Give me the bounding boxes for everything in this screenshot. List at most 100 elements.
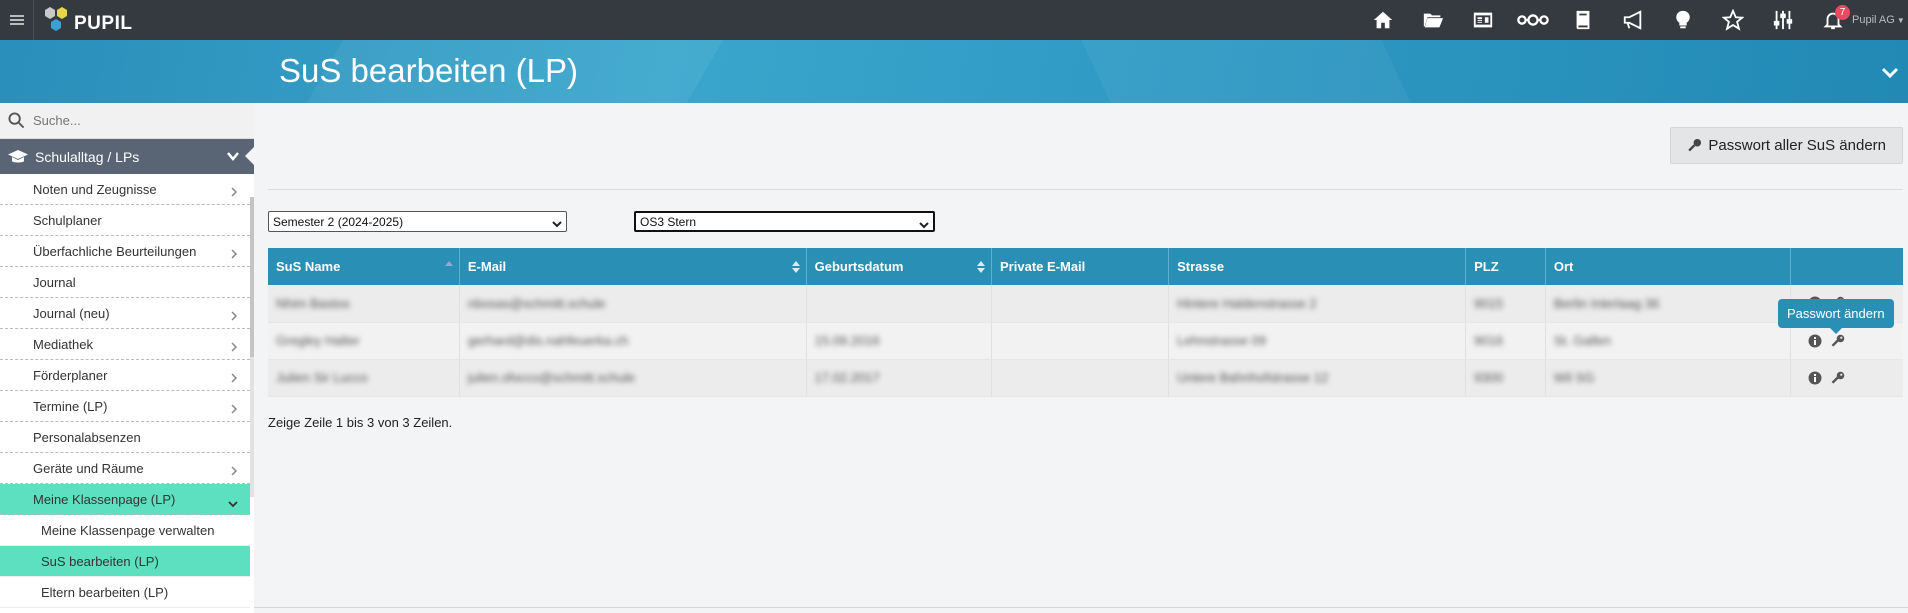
table-row: Gregley Halter gerhard@dis.nahfeuerka.ch 1… — [268, 322, 1903, 360]
column-header[interactable]: Geburtsdatum — [806, 248, 993, 285]
cell-value: Untere Bahnhofstrasse 12 — [1177, 370, 1329, 385]
sidebar-section-schulalltag[interactable]: Schulalltag / LPs — [0, 139, 254, 174]
cell-value: Berlin Interlaag 36 — [1553, 295, 1660, 311]
chevron-right-icon — [230, 185, 238, 197]
info-icon[interactable] — [1808, 371, 1822, 385]
column-header-label: Strasse — [1177, 259, 1225, 274]
lightbulb-icon[interactable] — [1658, 0, 1708, 40]
change-password-key-icon[interactable] — [1831, 334, 1845, 348]
sidebar-item[interactable]: Überfachliche Beurteilungen — [0, 236, 250, 267]
semester-select[interactable]: Semester 2 (2024-2025) — [268, 211, 567, 232]
sidebar-subitem-label: SuS bearbeiten (LP) — [41, 553, 159, 569]
sidebar-item-label: Schulplaner — [33, 212, 102, 228]
banner-collapse-chevron-icon[interactable] — [1880, 62, 1900, 82]
cell-value: Nhim Bastos — [276, 295, 350, 311]
home-icon[interactable] — [1358, 0, 1408, 40]
column-header: Strasse — [1168, 248, 1467, 285]
sidebar-item[interactable]: Journal — [0, 267, 250, 298]
bell-icon[interactable]: 7 — [1808, 0, 1858, 40]
chevron-down-icon — [228, 496, 238, 508]
sort-icon[interactable] — [444, 260, 453, 274]
folder-icon[interactable] — [1408, 0, 1458, 40]
sidebar-item[interactable]: Noten und Zeugnisse — [0, 174, 250, 205]
cell-value: 9016 — [1474, 333, 1504, 348]
sidebar-subitem[interactable]: Meine Klassenpage verwalten — [0, 515, 250, 546]
column-header-label: E-Mail — [467, 259, 507, 274]
cell-value: Julien Sir Lucco — [276, 370, 368, 385]
network-icon[interactable] — [1508, 0, 1558, 40]
table-cell: Lehnstrasse 09 — [1168, 322, 1467, 360]
cell-value: St. Gallen — [1553, 333, 1611, 348]
sidebar-subitem-label: Eltern bearbeiten (LP) — [41, 584, 169, 600]
sidebar-subitem-label: Meine Klassenpage verwalten — [41, 522, 215, 538]
sidebar-section-label: Schulalltag / LPs — [35, 148, 140, 165]
sidebar-item[interactable]: Förderplaner — [0, 360, 250, 391]
sidebar-item[interactable]: Schulplaner — [0, 205, 250, 236]
cell-value: 17.02.2017 — [814, 370, 880, 385]
id-card-icon[interactable] — [1458, 0, 1508, 40]
cell-value: julien.sfocco@schmitt.schule — [467, 370, 635, 385]
column-header-label: PLZ — [1474, 259, 1499, 274]
sidebar-item-label: Journal (neu) — [33, 305, 110, 321]
page-title: SuS bearbeiten (LP) — [279, 52, 579, 89]
change-password-key-icon[interactable] — [1831, 371, 1845, 385]
chevron-down-icon — [919, 218, 929, 229]
table-cell: Wil SG — [1545, 359, 1791, 397]
star-icon[interactable] — [1708, 0, 1758, 40]
table-cell: 15.09.2016 — [806, 322, 993, 360]
column-header[interactable]: E-Mail — [459, 248, 807, 285]
book-icon[interactable] — [1558, 0, 1608, 40]
table-cell — [991, 359, 1170, 397]
megaphone-icon[interactable] — [1608, 0, 1658, 40]
footer-bar — [254, 607, 1908, 613]
sidebar-item[interactable]: Personalabsenzen — [0, 422, 250, 453]
table-cell — [991, 322, 1170, 360]
semester-select-value: Semester 2 (2024-2025) — [273, 214, 404, 229]
sort-icon[interactable] — [791, 260, 800, 274]
key-icon — [1688, 138, 1702, 152]
change-password-tooltip: Passwort ändern — [1778, 299, 1894, 334]
graduation-cap-icon — [8, 149, 28, 165]
row-actions — [1799, 334, 1895, 348]
sort-icon[interactable] — [977, 260, 986, 274]
column-header[interactable]: SuS Name — [268, 248, 460, 285]
sidebar-menu: Noten und Zeugnisse Schulplaner Überfachli… — [0, 174, 254, 608]
sliders-icon[interactable] — [1758, 0, 1808, 40]
sidebar-subitem[interactable]: SuS bearbeiten (LP) — [0, 546, 250, 577]
logo-text: PUPIL — [74, 13, 133, 34]
column-header: Ort — [1545, 248, 1791, 285]
table-cell: Nhim Bastos — [268, 285, 460, 323]
sidebar: Schulalltag / LPs Noten und Zeugnisse Sch… — [0, 103, 254, 613]
change-all-passwords-button[interactable]: Passwort aller SuS ändern — [1670, 127, 1903, 164]
sidebar-item[interactable]: Geräte und Räume — [0, 453, 250, 484]
cell-value: gerhard@dis.nahfeuerka.ch — [467, 333, 629, 348]
hamburger-menu-icon[interactable] — [0, 0, 34, 40]
chevron-right-icon — [230, 371, 238, 383]
sidebar-item[interactable]: Journal (neu) — [0, 298, 250, 329]
sidebar-item-label: Noten und Zeugnisse — [33, 181, 157, 197]
table-cell: 9015 — [1465, 285, 1546, 323]
pupil-logo[interactable]: PUPIL — [44, 0, 132, 40]
sidebar-item-label: Überfachliche Beurteilungen — [33, 243, 197, 259]
class-select[interactable]: OS3 Stern — [634, 211, 935, 232]
table-cell: 17.02.2017 — [806, 359, 993, 397]
search-input[interactable] — [33, 113, 233, 128]
column-header-label: Geburtsdatum — [814, 259, 904, 274]
user-menu[interactable]: Pupil AG ▼ — [1852, 0, 1908, 40]
sidebar-subitem[interactable]: Eltern bearbeiten (LP) — [0, 577, 250, 608]
column-header: Private E-Mail — [991, 248, 1170, 285]
column-header: PLZ — [1465, 248, 1546, 285]
cell-value: 9015 — [1474, 295, 1504, 311]
info-icon[interactable] — [1808, 334, 1822, 348]
sidebar-item-meine-klassenpage[interactable]: Meine Klassenpage (LP) — [0, 484, 250, 515]
table-cell — [1790, 359, 1903, 397]
chevron-right-icon — [230, 340, 238, 352]
sidebar-item-label: Meine Klassenpage (LP) — [33, 491, 176, 507]
sidebar-item[interactable]: Termine (LP) — [0, 391, 250, 422]
cell-value: Lehnstrasse 09 — [1177, 333, 1267, 348]
divider — [268, 189, 1903, 190]
main-content: Passwort aller SuS ändern Semester 2 (20… — [254, 103, 1908, 613]
sidebar-item[interactable]: Mediathek — [0, 329, 250, 360]
page-banner: SuS bearbeiten (LP) — [0, 40, 1908, 103]
column-header-label: Ort — [1553, 259, 1574, 274]
